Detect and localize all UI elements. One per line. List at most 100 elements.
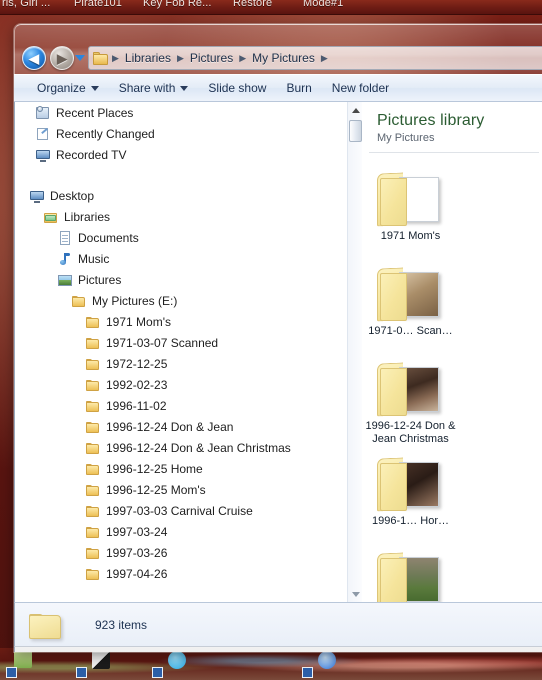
organize-button[interactable]: Organize: [28, 77, 108, 99]
folder-thumbnail[interactable]: 1971 Mom's: [363, 162, 458, 257]
desktop-shortcut-badge[interactable]: [302, 667, 313, 678]
tree-item-recorded-tv[interactable]: Recorded TV: [15, 144, 347, 165]
tree-item-1992-02-23[interactable]: 1992-02-23: [15, 374, 347, 395]
folder-icon: [376, 550, 445, 602]
tree-item-label: 1997-03-26: [106, 545, 168, 560]
tree-item-libraries[interactable]: Libraries: [15, 206, 347, 227]
folder-icon: [85, 440, 101, 456]
tree-item-1996-12-25-home[interactable]: 1996-12-25 Home: [15, 458, 347, 479]
taskbar-item[interactable]: ris, Girl ...: [2, 0, 50, 9]
tree-item-label: 1971-03-07 Scanned: [106, 335, 219, 350]
tree-item-1971-03-07-scanned[interactable]: 1971-03-07 Scanned: [15, 332, 347, 353]
tree-item-label: 1972-12-25: [106, 356, 168, 371]
breadcrumb-libraries[interactable]: Libraries: [121, 49, 175, 67]
library-folder-icon: [43, 209, 59, 225]
tree-item-1997-03-24[interactable]: 1997-03-24: [15, 521, 347, 542]
desktop-shortcut-badge[interactable]: [76, 667, 87, 678]
folder-icon: [85, 314, 101, 330]
folder-icon: [376, 360, 445, 417]
tree-item-desktop[interactable]: Desktop: [15, 185, 347, 206]
folder-thumbnail-label: 1996-12-24 Don & Jean Christmas: [365, 420, 456, 445]
tree-item-pictures[interactable]: Pictures: [15, 269, 347, 290]
breadcrumb-separator-icon: ▶: [320, 52, 328, 63]
tree-item-label: My Pictures (E:): [92, 293, 178, 308]
tree-item-label: 1996-12-25 Mom's: [106, 482, 206, 497]
tree-item-1996-12-24-don-jean[interactable]: 1996-12-24 Don & Jean: [15, 416, 347, 437]
folder-icon: [85, 377, 101, 393]
tree-item-recently-changed[interactable]: Recently Changed: [15, 123, 347, 144]
slide-show-button[interactable]: Slide show: [199, 77, 275, 99]
scroll-up-arrow-icon[interactable]: [348, 102, 362, 118]
desktop-icon[interactable]: [168, 651, 186, 669]
folder-thumbnail[interactable]: 1997-04-26: [363, 542, 458, 602]
address-bar[interactable]: ▶ Libraries ▶ Pictures ▶ My Pictures ▶: [88, 46, 542, 70]
music-icon: [57, 251, 73, 267]
tree-item-1972-12-25[interactable]: 1972-12-25: [15, 353, 347, 374]
share-with-button[interactable]: Share with: [110, 77, 198, 99]
command-toolbar: Organize Share with Slide show Burn New …: [14, 74, 542, 102]
breadcrumb-pictures[interactable]: Pictures: [186, 49, 237, 67]
tree-item-1996-11-02[interactable]: 1996-11-02: [15, 395, 347, 416]
taskbar-item[interactable]: Pirate101: [74, 0, 122, 9]
forward-button[interactable]: ▶: [50, 46, 74, 70]
folder-icon: [93, 51, 108, 65]
scrollbar-thumb[interactable]: [349, 120, 362, 142]
chevron-down-icon[interactable]: [75, 55, 85, 63]
tree-item-my-pictures-e[interactable]: My Pictures (E:): [15, 290, 347, 311]
desktop-icon[interactable]: [318, 651, 336, 669]
monitor-icon: [29, 188, 45, 204]
desktop-icon[interactable]: [14, 650, 32, 668]
share-with-label: Share with: [118, 81, 176, 95]
desktop-shortcut-badge[interactable]: [6, 667, 17, 678]
folder-icon: [85, 482, 101, 498]
new-folder-button[interactable]: New folder: [323, 77, 398, 99]
tree-item-1997-03-03-carnival-cruise[interactable]: 1997-03-03 Carnival Cruise: [15, 500, 347, 521]
desktop-icon[interactable]: [92, 651, 110, 669]
folder-icon: [85, 545, 101, 561]
breadcrumb-separator-icon: ▶: [239, 52, 247, 63]
taskbar-item[interactable]: Mode#1: [303, 0, 343, 9]
recently-changed-icon: [35, 126, 51, 142]
folder-icon: [85, 461, 101, 477]
library-title: Pictures library: [377, 112, 485, 129]
tree-item-documents[interactable]: Documents: [15, 227, 347, 248]
folder-thumbnail[interactable]: 1996-12-24 Don & Jean Christmas: [363, 352, 458, 447]
folder-thumbnail[interactable]: 1996-1… Hor…: [363, 447, 458, 542]
tree-item-1996-12-24-don-jean-christmas[interactable]: 1996-12-24 Don & Jean Christmas: [15, 437, 347, 458]
tree-item-label: 1971 Mom's: [106, 314, 171, 329]
thumbnail-grid: 1971 Mom's 1971-0… Scan… 1996-12-24 Don & …: [363, 162, 542, 602]
tree-item-1997-03-26[interactable]: 1997-03-26: [15, 542, 347, 563]
breadcrumb-separator-icon: ▶: [112, 52, 119, 63]
tree-item-1971-mom-s[interactable]: 1971 Mom's: [15, 311, 347, 332]
desktop-shortcut-badge[interactable]: [152, 667, 163, 678]
tree-item-label: 1996-12-25 Home: [106, 461, 203, 476]
status-bar: 923 items: [14, 646, 542, 652]
file-list-pane: Pictures library My Pictures 1971 Mom's 1…: [363, 102, 542, 602]
organize-label: Organize: [37, 81, 86, 95]
navigation-pane-scrollbar[interactable]: [347, 102, 362, 602]
tree-item-label: Music: [78, 251, 110, 266]
taskbar-item[interactable]: Key Fob Re...: [143, 0, 212, 9]
folder-icon: [71, 293, 87, 309]
folder-thumbnail-label: 1971-0… Scan…: [368, 325, 453, 337]
navigation-tree: Recent Places Recently Changed Recorded TV…: [15, 102, 347, 584]
top-taskbar: ris, Girl ... Pirate101 Key Fob Re... Resto…: [0, 0, 542, 15]
folder-thumbnail[interactable]: 1971-0… Scan…: [363, 257, 458, 352]
folder-icon: [85, 398, 101, 414]
burn-button[interactable]: Burn: [277, 77, 320, 99]
tree-item-label: Documents: [78, 230, 139, 245]
folder-icon: [376, 170, 445, 227]
taskbar-item[interactable]: Restore: [233, 0, 272, 9]
tree-item-label: Recent Places: [56, 105, 134, 120]
tree-item-label: Libraries: [64, 209, 111, 224]
tree-item-1997-04-26[interactable]: 1997-04-26: [15, 563, 347, 584]
back-button[interactable]: ◀: [22, 46, 46, 70]
folder-icon: [85, 503, 101, 519]
scroll-down-arrow-icon[interactable]: [348, 586, 362, 602]
tree-item-label: Desktop: [50, 188, 95, 203]
tree-item-label: Recorded TV: [56, 147, 127, 162]
tree-item-1996-12-25-mom-s[interactable]: 1996-12-25 Mom's: [15, 479, 347, 500]
tree-item-recent-places[interactable]: Recent Places: [15, 102, 347, 123]
tree-item-music[interactable]: Music: [15, 248, 347, 269]
breadcrumb-my-pictures[interactable]: My Pictures: [248, 49, 319, 67]
